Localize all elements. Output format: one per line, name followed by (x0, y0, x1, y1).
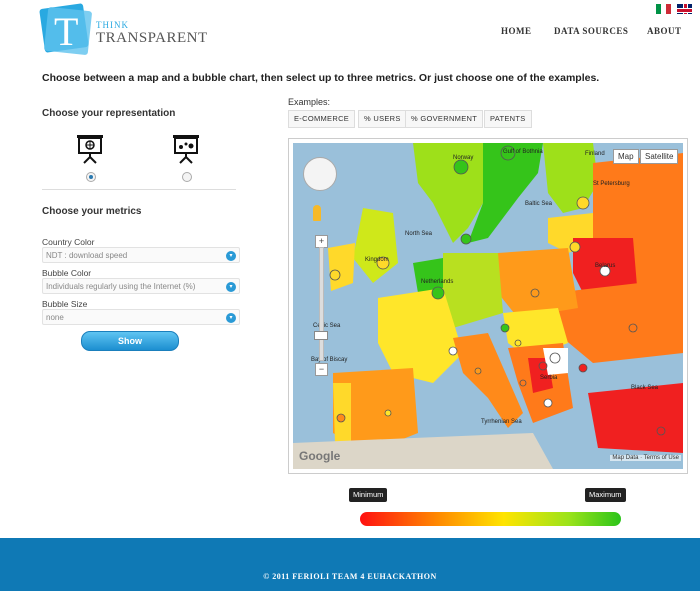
label-black-sea: Black Sea (631, 385, 659, 391)
example-ecommerce[interactable]: E-COMMERCE (288, 110, 356, 128)
zoom-out-button[interactable]: − (315, 363, 328, 376)
label-gulf-bothnia: Gulf of Bothnia (503, 149, 543, 155)
bubble-color-value: Individuals regularly using the Internet… (46, 282, 196, 291)
legend-min-label: Minimum (349, 488, 388, 502)
map-type-map-button[interactable]: Map (613, 149, 639, 164)
bubble-size-value: none (46, 313, 64, 322)
label-finland: Finland (585, 151, 605, 157)
header: T THINK TRANSPARENT HOME DATA SOURCES AB… (0, 0, 700, 60)
footer-text: © 2011 FERIOLI TEAM 4 EUHACKATHON (263, 572, 437, 581)
intro-text: Choose between a map and a bubble chart,… (42, 72, 600, 84)
zoom-slider[interactable] (319, 247, 324, 361)
bubble-radio[interactable] (182, 172, 192, 182)
label-kingdom: Kingdom (365, 257, 389, 263)
country-color-label: Country Color (42, 237, 95, 247)
logo-think: THINK (96, 20, 129, 30)
google-logo[interactable]: Google (299, 449, 340, 463)
divider (42, 189, 236, 190)
country-color-select[interactable]: NDT : download speed ▾ (42, 247, 240, 263)
show-button[interactable]: Show (81, 331, 179, 351)
bubble-presentation-icon[interactable] (172, 134, 200, 164)
label-serbia: Serbia (540, 375, 558, 381)
bubble-color-label: Bubble Color (42, 268, 92, 278)
country-color-value: NDT : download speed (46, 251, 128, 260)
label-baltic-sea: Baltic Sea (525, 201, 553, 207)
map-frame: Norway Gulf of Bothnia Finland St Peters… (288, 138, 688, 474)
pegman-icon[interactable] (313, 205, 321, 221)
language-flags (656, 4, 694, 22)
representation-title: Choose your representation (42, 108, 176, 119)
logo-letter: T (54, 9, 79, 54)
chevron-down-icon[interactable]: ▾ (226, 282, 236, 292)
nav-about[interactable]: ABOUT (647, 26, 682, 36)
logo[interactable]: T THINK TRANSPARENT (39, 3, 207, 56)
metrics-title: Choose your metrics (42, 206, 142, 217)
chevron-down-icon[interactable]: ▾ (226, 313, 236, 323)
label-celtic-sea: Celtic Sea (313, 323, 341, 329)
map-radio[interactable] (86, 172, 96, 182)
bubble-color-select[interactable]: Individuals regularly using the Internet… (42, 278, 240, 294)
legend-max-label: Maximum (585, 488, 626, 502)
bubble-size-select[interactable]: none ▾ (42, 309, 240, 325)
label-tyrrhenian: Tyrrhenian Sea (481, 419, 522, 425)
label-norway: Norway (453, 155, 474, 161)
map-presentation-icon[interactable] (76, 134, 104, 164)
italian-flag-icon[interactable] (656, 4, 671, 14)
uk-flag-icon[interactable] (677, 4, 693, 14)
map-credit[interactable]: Map Data · Terms of Use (610, 455, 681, 461)
zoom-slider-handle[interactable] (314, 331, 328, 340)
logo-transparent: TRANSPARENT (96, 30, 208, 46)
nav-data-sources[interactable]: DATA SOURCES (554, 26, 628, 36)
color-scale-bar (360, 512, 621, 526)
pan-control-icon[interactable] (303, 157, 337, 191)
nav-home[interactable]: HOME (501, 26, 532, 36)
example-patents[interactable]: PATENTS (484, 110, 532, 128)
example-users[interactable]: % USERS (358, 110, 407, 128)
bubble-size-label: Bubble Size (42, 299, 88, 309)
footer: © 2011 FERIOLI TEAM 4 EUHACKATHON (0, 538, 700, 591)
example-government[interactable]: % GOVERNMENT (405, 110, 484, 128)
label-belarus: Belarus (595, 263, 616, 269)
map-canvas[interactable]: Norway Gulf of Bothnia Finland St Peters… (293, 143, 683, 469)
examples-label: Examples: (288, 97, 331, 107)
label-st-petersburg: St Petersburg (593, 181, 630, 187)
label-netherlands: Netherlands (421, 279, 454, 285)
chevron-down-icon[interactable]: ▾ (226, 251, 236, 261)
map-type-satellite-button[interactable]: Satellite (640, 149, 679, 164)
label-north-sea: North Sea (405, 231, 433, 237)
